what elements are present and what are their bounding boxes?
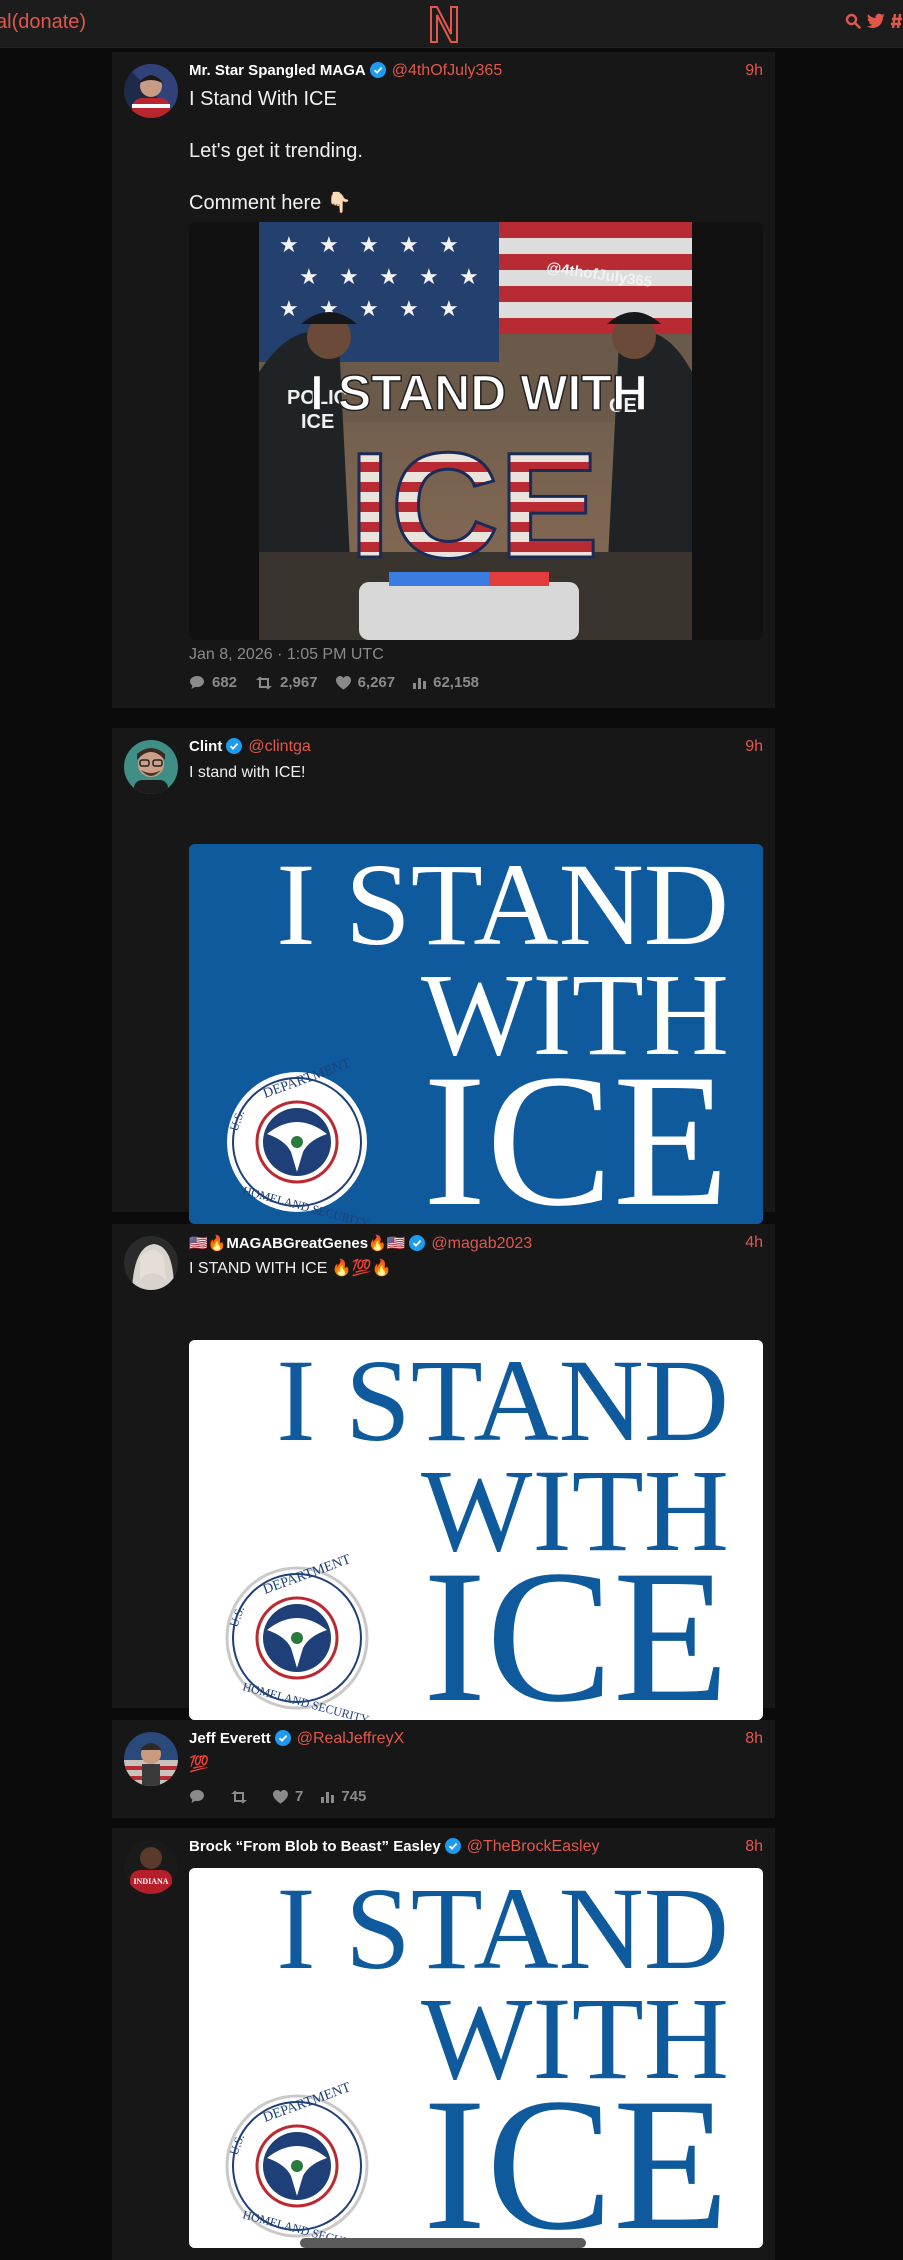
display-name[interactable]: Mr. Star Spangled MAGA [189,62,366,79]
comment-icon [189,675,205,690]
tweet-time[interactable]: 9h [745,738,763,756]
tweet-time[interactable]: 4h [745,1234,763,1252]
views-stat[interactable]: 62,158 [413,674,479,691]
tweet-card[interactable]: Jeff Everett @RealJeffreyX 8h 💯 7 745 [112,1720,775,1818]
svg-text:★: ★ [379,264,399,289]
tweet-body: Clint @clintga 9h I stand with ICE! [189,738,763,784]
avatar[interactable]: INDIANA [124,1840,178,1894]
svg-text:★: ★ [279,232,299,257]
retweet-icon [255,676,273,690]
display-name[interactable]: Jeff Everett [189,1730,271,1747]
heart-icon [273,1789,288,1804]
tweet-header: Mr. Star Spangled MAGA @4thOfJuly365 9h [189,62,763,84]
tweet-card[interactable]: 🇺🇸🔥MAGABGreatGenes🔥🇺🇸 @magab2023 4h I STA… [112,1224,775,1747]
avatar[interactable] [124,740,178,794]
twitter-bird-icon[interactable] [867,13,885,29]
svg-text:★: ★ [339,264,359,289]
username[interactable]: @clintga [248,738,311,755]
headline-line3: ICE [423,1532,729,1720]
like-stat[interactable]: 7 [273,1788,303,1805]
tweet-stats: 7 745 [189,1788,366,1805]
tweet-time[interactable]: 8h [745,1730,763,1748]
svg-text:INDIANA: INDIANA [133,1877,168,1886]
tweet-time[interactable]: 9h [745,62,763,80]
tweet-date[interactable]: Jan 8, 2026 · 1:05 PM UTC [189,646,384,664]
avatar[interactable] [124,1236,178,1290]
nitter-logo[interactable] [428,4,460,44]
headline-line3: ICE [423,2060,729,2248]
tweet-header: Brock “From Blob to Beast” Easley @TheBro… [189,1838,763,1860]
donate-link[interactable]: al(donate) [0,11,86,34]
bar-chart-icon [413,676,427,689]
svg-text:★: ★ [299,264,319,289]
tweet-image[interactable]: I STAND WITH ICE DEPARTMENT U.S. HOMELAN… [189,844,763,1224]
instances-icon[interactable] [891,12,903,30]
tweet-body: Jeff Everett @RealJeffreyX 8h 💯 [189,1730,763,1776]
svg-text:★: ★ [439,296,459,321]
svg-text:★: ★ [359,296,379,321]
svg-text:★: ★ [419,264,439,289]
like-stat[interactable]: 6,267 [335,674,395,691]
tweet-body: Mr. Star Spangled MAGA @4thOfJuly365 9h I… [189,62,763,216]
tweet-card[interactable]: INDIANA Brock “From Blob to Beast” Easle… [112,1828,775,2260]
tweet-text: 💯 [189,1756,209,1773]
tweet-body: 🇺🇸🔥MAGABGreatGenes🔥🇺🇸 @magab2023 4h I STA… [189,1234,763,1280]
retweet-stat[interactable]: 2,967 [255,674,318,691]
verified-badge-icon [444,1838,461,1854]
verified-badge-icon [226,738,243,754]
display-name[interactable]: 🇺🇸🔥MAGABGreatGenes🔥🇺🇸 [189,1235,405,1252]
avatar[interactable] [124,64,178,118]
tweet-card[interactable]: Mr. Star Spangled MAGA @4thOfJuly365 9h I… [112,52,775,708]
username[interactable]: @RealJeffreyX [297,1730,405,1747]
tweet-image[interactable]: I STAND WITH ICE DEPARTMENT U.S. HOMELAN… [189,1340,763,1720]
tweet-text: I STAND WITH ICE 🔥💯🔥 [189,1260,392,1277]
username[interactable]: @magab2023 [431,1235,532,1252]
retweet-icon [230,1790,248,1804]
display-name[interactable]: Clint [189,738,222,755]
tweet-card[interactable]: Clint @clintga 9h I stand with ICE! I STA… [112,728,775,1251]
bar-chart-icon [321,1790,335,1803]
tweet-stats: 682 2,967 6,267 62,158 [189,674,479,691]
comment-icon [189,1789,205,1804]
headline-ice: ICE [349,421,599,589]
tweet-time[interactable]: 8h [745,1838,763,1856]
username[interactable]: @TheBrockEasley [467,1838,600,1855]
top-bar: al(donate) [0,0,903,48]
svg-text:★: ★ [399,296,419,321]
avatar[interactable] [124,1732,178,1786]
search-icon[interactable] [845,13,861,29]
tweet-text: I Stand With ICE Let's get it trending. … [189,88,363,214]
svg-text:★: ★ [439,232,459,257]
retweet-stat[interactable] [230,1790,255,1804]
tweet-image[interactable]: I STAND WITH ICE DEPARTMENT U.S. HOMELAN… [189,1868,763,2248]
tweet-header: Clint @clintga 9h [189,738,763,760]
verified-badge-icon [369,62,386,78]
svg-text:★: ★ [279,296,299,321]
scrollbar[interactable] [300,2238,586,2248]
tweet-body: Brock “From Blob to Beast” Easley @TheBro… [189,1838,763,1860]
svg-text:★: ★ [399,232,419,257]
svg-text:★: ★ [319,232,339,257]
svg-text:★: ★ [459,264,479,289]
tweet-header: Jeff Everett @RealJeffreyX 8h [189,1730,763,1752]
tweet-text: I stand with ICE! [189,764,306,781]
tweet-header: 🇺🇸🔥MAGABGreatGenes🔥🇺🇸 @magab2023 4h [189,1234,763,1256]
verified-badge-icon [409,1235,426,1251]
heart-icon [335,675,351,690]
username[interactable]: @4thOfJuly365 [392,62,503,79]
display-name[interactable]: Brock “From Blob to Beast” Easley [189,1838,441,1855]
headline-line1: I STAND WITH [310,365,648,421]
reply-stat[interactable]: 682 [189,674,237,691]
reply-stat[interactable] [189,1789,212,1804]
headline-line3: ICE [423,1036,729,1224]
svg-text:★: ★ [359,232,379,257]
tweet-image[interactable]: ★ ★ ★ ★ ★ ★ ★ ★ ★ ★ ★ ★ ★ ★ ★ @4thofJuly365 POLIC I [189,222,763,640]
views-stat[interactable]: 745 [321,1788,366,1805]
verified-badge-icon [274,1730,291,1746]
